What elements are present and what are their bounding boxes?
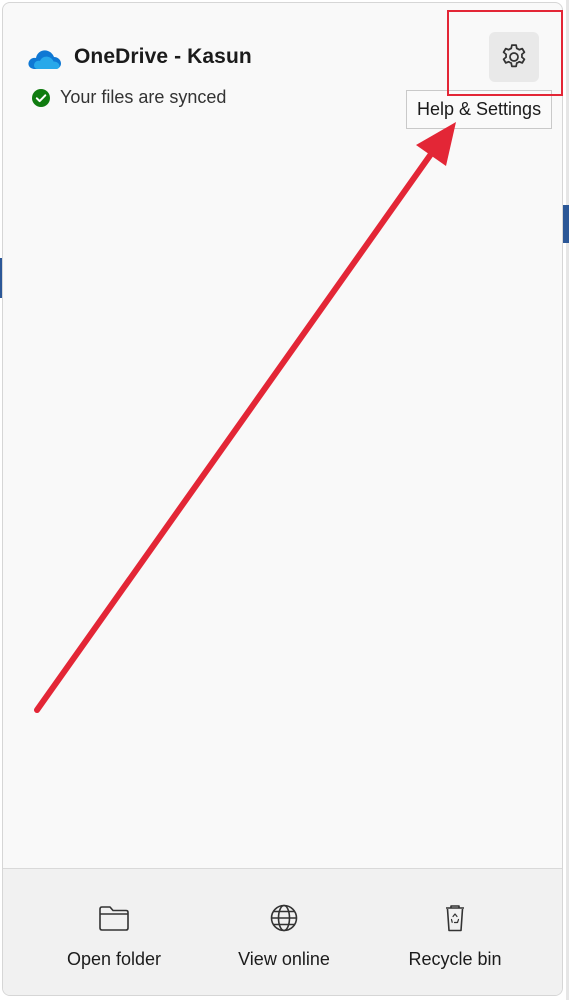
gear-icon <box>502 44 526 68</box>
background-window-fragment <box>563 205 569 243</box>
sync-status: Your files are synced <box>32 87 226 108</box>
onedrive-cloud-icon <box>28 50 61 69</box>
folder-icon <box>99 906 129 931</box>
flyout-footer: Open folder View online Recycle bin <box>3 868 562 995</box>
open-folder-label: Open folder <box>66 949 162 969</box>
view-online-button[interactable]: View online <box>209 869 359 995</box>
open-folder-button[interactable]: Open folder <box>39 869 189 995</box>
help-settings-button[interactable] <box>489 32 539 82</box>
recycle-bin-label: Recycle bin <box>408 949 502 969</box>
onedrive-flyout: OneDrive - Kasun Your files are synced H… <box>2 2 563 996</box>
account-title: OneDrive - Kasun <box>74 45 252 68</box>
recycle-bin-button[interactable]: Recycle bin <box>380 869 530 995</box>
settings-tooltip: Help & Settings <box>406 90 553 129</box>
check-circle-icon <box>32 88 50 107</box>
sync-status-text: Your files are synced <box>60 87 227 107</box>
globe-icon <box>270 904 298 932</box>
view-online-label: View online <box>238 949 330 969</box>
recycle-bin-icon <box>446 905 464 932</box>
flyout-header: OneDrive - Kasun Your files are synced H… <box>3 3 562 133</box>
